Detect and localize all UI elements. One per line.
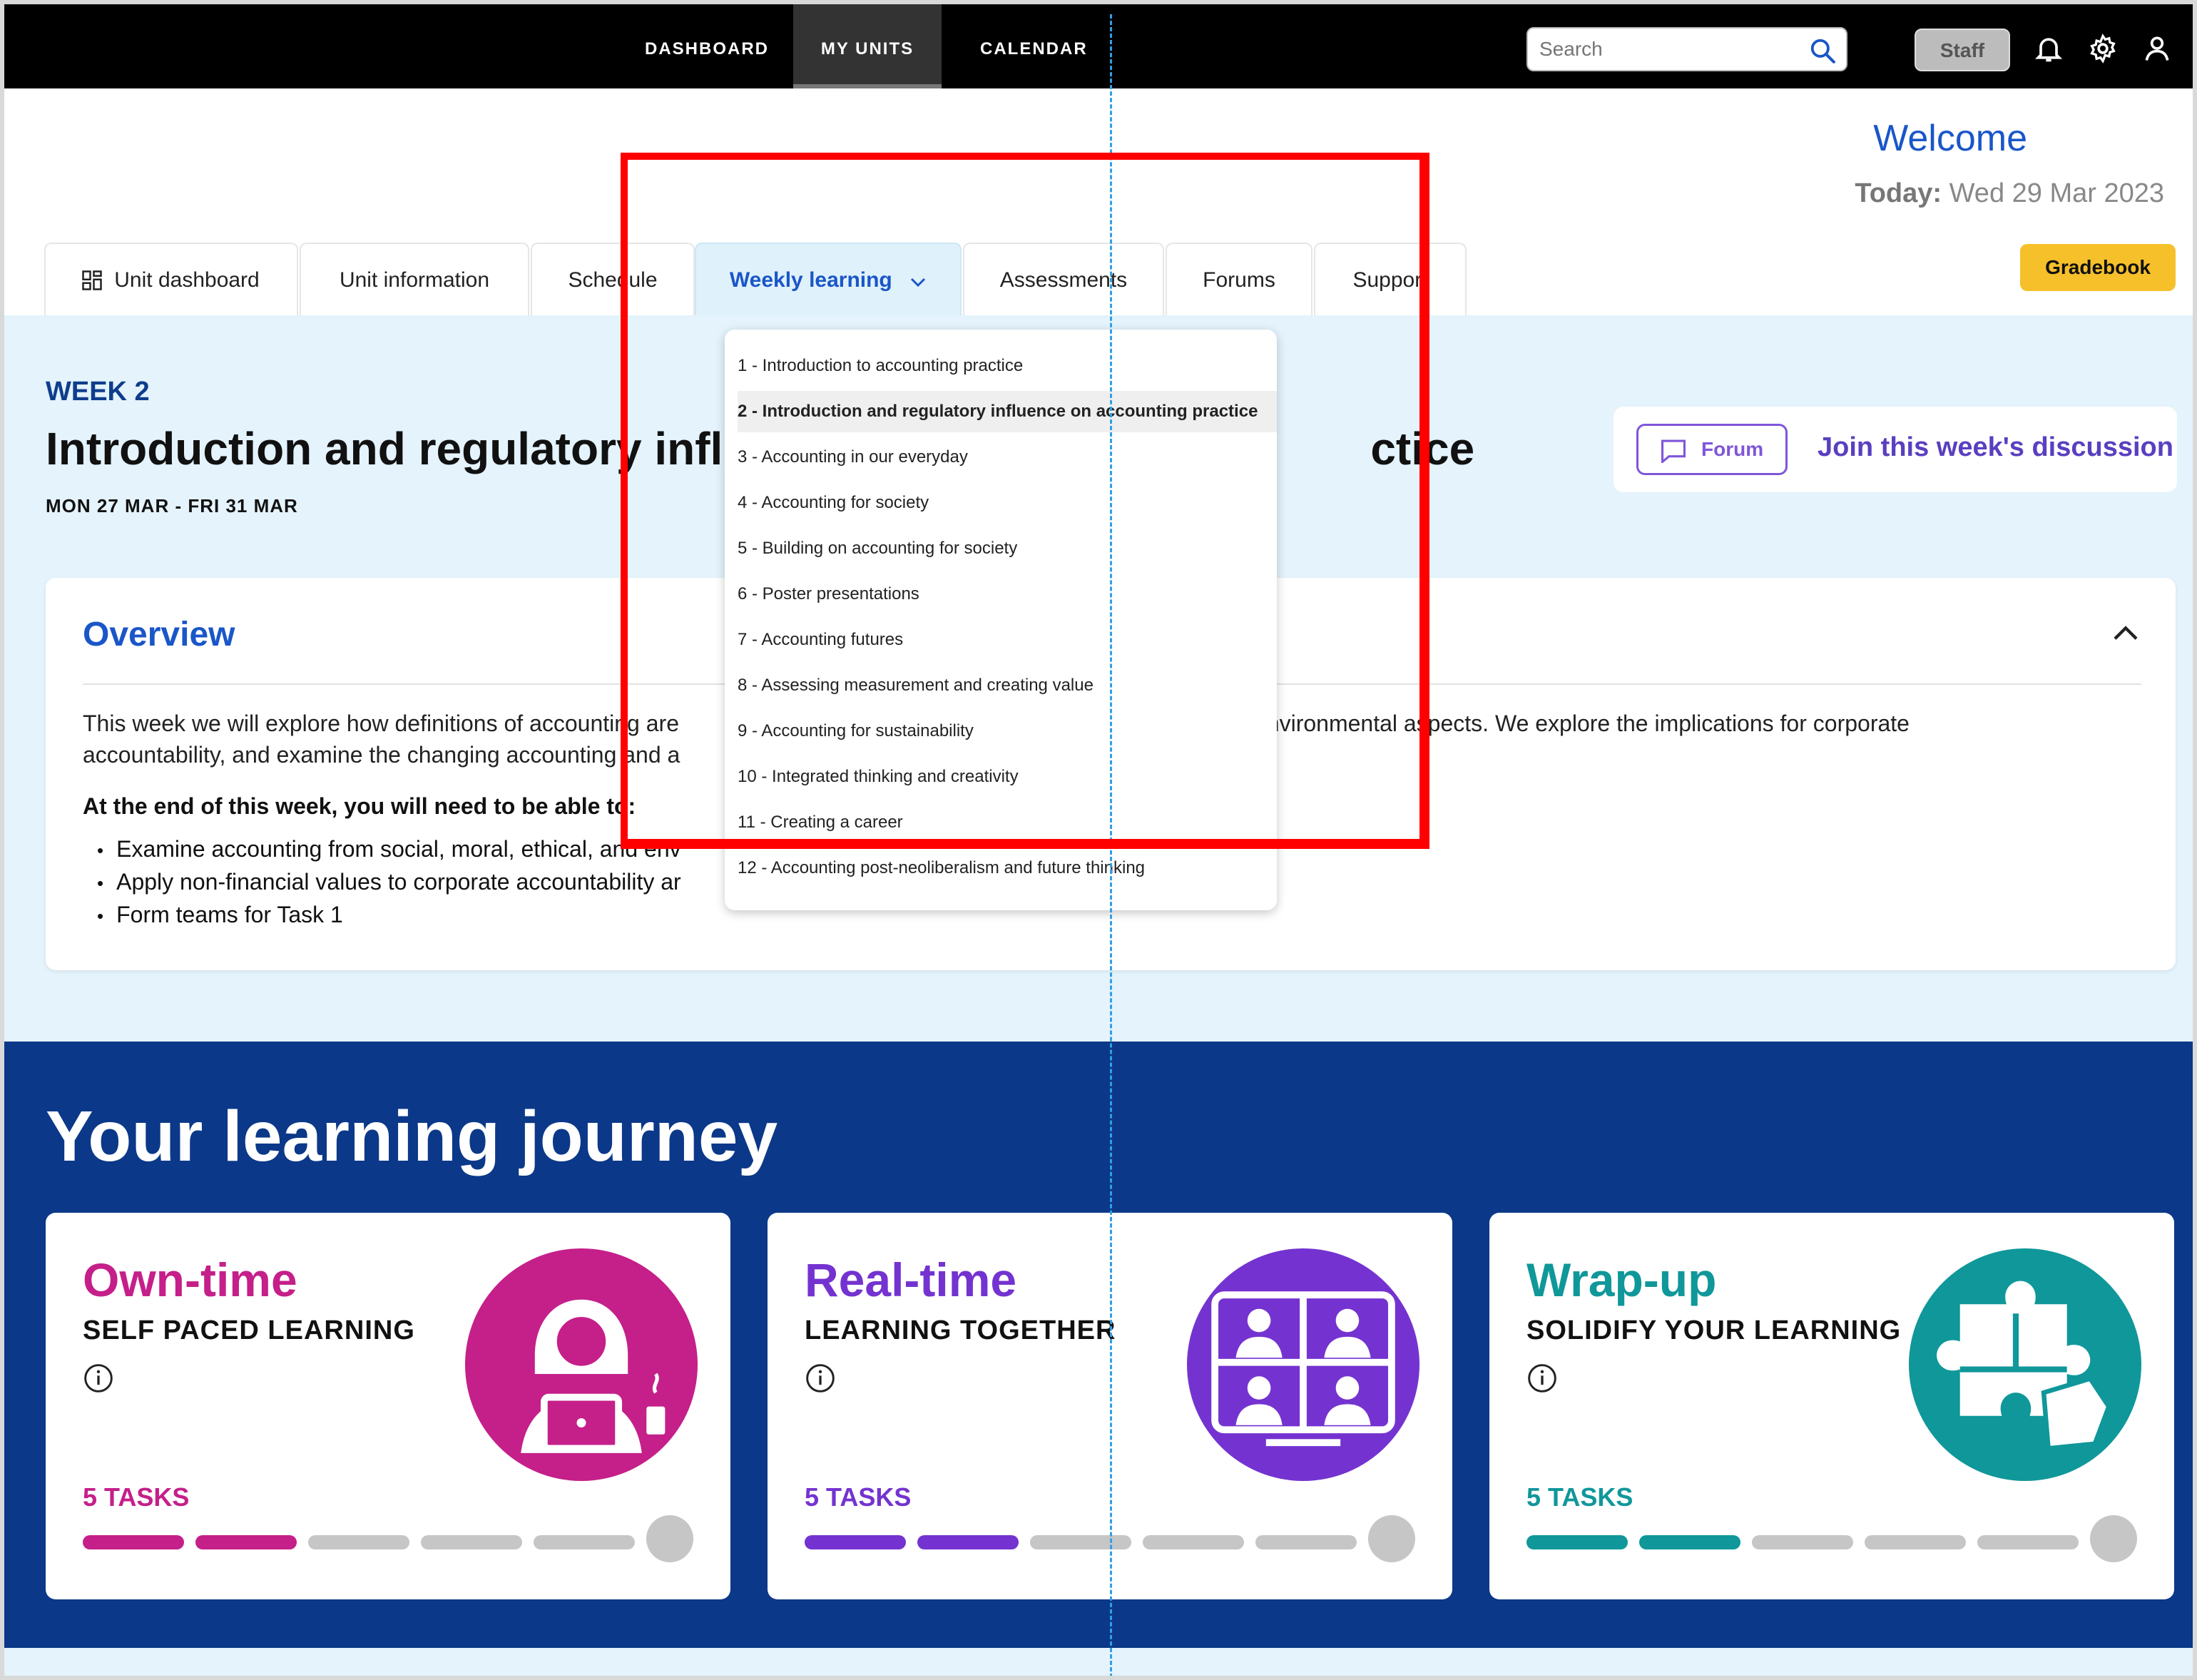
journey-card-own-time[interactable]: Own-time SELF PACED LEARNING 5 TASKS (46, 1213, 730, 1599)
user-icon[interactable] (2141, 33, 2173, 64)
learning-journey-section: Your learning journey Own-time SELF PACE… (4, 1042, 2193, 1648)
completion-dot (646, 1515, 693, 1562)
progress-segment (805, 1535, 906, 1549)
task-count: 5 TASKS (83, 1482, 190, 1512)
tab-label: Unit information (339, 268, 490, 292)
top-nav-bar: DASHBOARD MY UNITS CALENDAR Staff (4, 4, 2193, 88)
info-icon[interactable] (1526, 1363, 1558, 1394)
card-subtitle: LEARNING TOGETHER (805, 1315, 1116, 1345)
info-icon[interactable] (805, 1363, 836, 1394)
puzzle-icon (1909, 1248, 2141, 1481)
tab-unit-information[interactable]: Unit information (300, 243, 529, 315)
dropdown-item-week-12[interactable]: 12 - Accounting post-neoliberalism and f… (738, 847, 1277, 889)
today-value: Wed 29 Mar 2023 (1949, 178, 2164, 208)
task-count: 5 TASKS (1526, 1482, 1633, 1512)
card-title: Wrap-up (1526, 1253, 1717, 1306)
dashboard-icon (82, 270, 102, 290)
app-window: DASHBOARD MY UNITS CALENDAR Staff Welcom… (0, 0, 2197, 1680)
learning-outcomes-heading: At the end of this week, you will need t… (83, 793, 636, 819)
nav-calendar[interactable]: CALENDAR (980, 4, 1088, 88)
progress-segment (917, 1535, 1019, 1549)
forum-button[interactable]: Forum (1636, 424, 1788, 475)
today-label: Today: (1855, 178, 1942, 208)
progress-segment (1865, 1535, 1966, 1549)
gear-icon[interactable] (2087, 33, 2119, 64)
journey-title: Your learning journey (46, 1096, 778, 1176)
progress-segment (534, 1535, 635, 1549)
completion-dot (2090, 1515, 2137, 1562)
card-subtitle: SELF PACED LEARNING (83, 1315, 415, 1345)
search-icon[interactable] (1809, 37, 1836, 64)
chat-bubble-icon (1661, 439, 1686, 463)
welcome-heading: Welcome (1873, 118, 2027, 159)
card-subtitle: SOLIDIFY YOUR LEARNING (1526, 1315, 1902, 1345)
progress-segment (1526, 1535, 1628, 1549)
progress-segment (195, 1535, 297, 1549)
overview-title: Overview (83, 616, 235, 653)
task-count: 5 TASKS (805, 1482, 912, 1512)
week-label: WEEK 2 (46, 377, 150, 407)
chevron-up-icon[interactable] (2111, 622, 2140, 643)
progress-segment (1977, 1535, 2079, 1549)
progress-segment (308, 1535, 409, 1549)
tab-label: Unit dashboard (114, 268, 260, 292)
journey-card-wrap-up[interactable]: Wrap-up SOLIDIFY YOUR LEARNING 5 TASKS (1489, 1213, 2174, 1599)
learning-outcomes-list: Examine accounting from social, moral, e… (97, 833, 681, 932)
today-date: Today: Wed 29 Mar 2023 (1855, 178, 2164, 209)
card-title: Real-time (805, 1253, 1017, 1306)
highlight-box (621, 153, 1429, 849)
info-icon[interactable] (83, 1363, 114, 1394)
completion-dot (1368, 1515, 1415, 1562)
gradebook-button[interactable]: Gradebook (2020, 244, 2176, 291)
progress-segment (1255, 1535, 1357, 1549)
join-discussion-link[interactable]: Join this week's discussion (1818, 432, 2173, 463)
staff-button[interactable]: Staff (1915, 29, 2010, 71)
list-item: Apply non-financial values to corporate … (97, 866, 681, 899)
progress-segment (1030, 1535, 1131, 1549)
nav-dashboard[interactable]: DASHBOARD (645, 4, 769, 88)
search-input[interactable] (1539, 38, 1796, 61)
page-footer-strip (4, 1648, 2193, 1676)
list-item: Examine accounting from social, moral, e… (97, 833, 681, 866)
nav-my-units[interactable]: MY UNITS (793, 4, 942, 88)
search-box[interactable] (1526, 27, 1847, 71)
self-paced-learner-icon (465, 1248, 698, 1481)
forum-card: Forum Join this week's discussion (1614, 407, 2177, 492)
video-conference-icon (1187, 1248, 1419, 1481)
tab-unit-dashboard[interactable]: Unit dashboard (44, 243, 298, 315)
progress-segment (421, 1535, 522, 1549)
progress-segment (1639, 1535, 1740, 1549)
progress-segment (1752, 1535, 1853, 1549)
card-title: Own-time (83, 1253, 297, 1306)
progress-segment (1143, 1535, 1244, 1549)
bell-icon[interactable] (2033, 33, 2064, 64)
week-dates: MON 27 MAR - FRI 31 MAR (46, 495, 298, 516)
list-item: Form teams for Task 1 (97, 899, 681, 932)
progress-segment (83, 1535, 184, 1549)
